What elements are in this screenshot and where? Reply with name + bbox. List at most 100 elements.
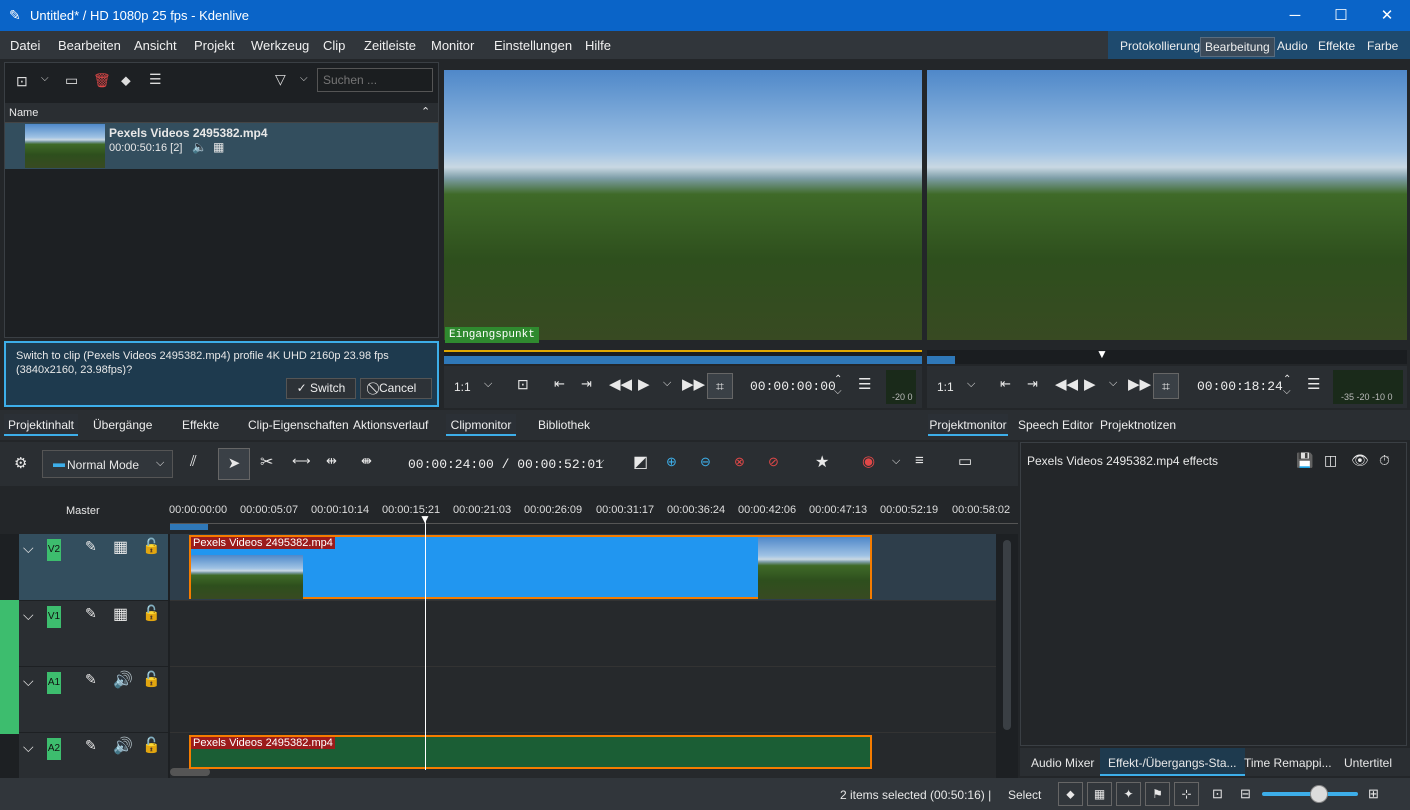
track-target-strip[interactable] <box>0 600 19 734</box>
track-label[interactable]: A2 <box>47 738 61 760</box>
horizontal-scrollbar[interactable] <box>170 768 210 776</box>
speaker-icon[interactable]: 🔊 <box>113 736 133 756</box>
zoom-label[interactable]: 1:1 <box>454 380 471 394</box>
vertical-scrollbar[interactable] <box>1003 540 1011 730</box>
filter-chevron-icon[interactable]: ⌵ <box>300 73 308 84</box>
menu-icon[interactable]: ☰ <box>149 71 162 88</box>
add-clip-icon[interactable]: ⊡ <box>16 73 28 90</box>
zoom-slider-handle[interactable] <box>1310 785 1328 803</box>
mixer-icon[interactable]: ≡ <box>915 452 924 469</box>
chevron-down-icon[interactable]: ⌵ <box>663 377 671 390</box>
list-item[interactable]: Pexels Videos 2495382.mp4 00:00:50:16 [2… <box>5 123 438 169</box>
monitor-menu-icon[interactable]: ☰ <box>858 375 871 393</box>
zone-bar[interactable] <box>170 524 208 530</box>
track-lane-a1[interactable] <box>170 666 996 732</box>
play-icon[interactable]: ▶ <box>1084 375 1096 393</box>
select-tool-icon[interactable]: ➤ <box>218 448 250 480</box>
eye-icon[interactable]: 👁 <box>1351 452 1369 469</box>
delete-icon[interactable]: 🗑 <box>93 72 111 89</box>
speaker-icon[interactable]: 🔊 <box>113 670 133 690</box>
spin-icon[interactable]: ⌃ ⌵ <box>834 374 842 398</box>
lock-icon[interactable]: 🔓 <box>142 736 161 754</box>
flag-icon[interactable]: ⚑ <box>1145 782 1170 806</box>
menu-werkzeug[interactable]: Werkzeug <box>251 38 309 53</box>
workspace-effekte[interactable]: Effekte <box>1314 37 1359 55</box>
tab-aktionsverlauf[interactable]: Aktionsverlauf <box>353 414 428 436</box>
switch-button[interactable]: ✓ Switch <box>286 378 356 399</box>
cancel-button[interactable]: ⃠ Cancel <box>360 378 432 399</box>
zoom-fit-icon[interactable]: ⊡ <box>1212 786 1223 802</box>
tag-icon[interactable]: ⬥ <box>121 72 131 89</box>
effect-icon[interactable]: ✎ <box>85 605 97 622</box>
spacer-tool-icon[interactable]: ⟷ <box>292 453 311 469</box>
chevron-down-icon[interactable]: ⌵ <box>596 455 604 468</box>
subtitle-icon[interactable]: ▭ <box>958 452 972 470</box>
tab-time-remapping[interactable]: Time Remappi... <box>1244 756 1332 770</box>
menu-clip[interactable]: Clip <box>323 38 345 53</box>
menu-datei[interactable]: Datei <box>10 38 40 53</box>
project-monitor-ruler[interactable]: ▼ <box>927 347 1407 364</box>
set-in-icon[interactable]: ⇤ <box>554 376 565 392</box>
track-label[interactable]: V1 <box>47 606 61 628</box>
film-icon[interactable]: ▦ <box>1087 782 1112 806</box>
workspace-farbe[interactable]: Farbe <box>1363 37 1402 55</box>
chevron-down-icon[interactable]: ⌵ <box>41 73 49 84</box>
zoom-in-icon[interactable]: ⊞ <box>1368 786 1379 802</box>
menu-einstellungen[interactable]: Einstellungen <box>494 38 572 53</box>
tab-projektnotizen[interactable]: Projektnotizen <box>1100 414 1176 436</box>
composite-icon[interactable]: ◩ <box>633 452 648 472</box>
timeline-position[interactable]: 00:00:24:00 / 00:00:52:01 <box>408 457 603 472</box>
menu-projekt[interactable]: Projekt <box>194 38 234 53</box>
keyframe-icon[interactable]: ⊹ <box>1174 782 1199 806</box>
spin-icon[interactable]: ⌃ ⌵ <box>1283 374 1291 398</box>
mode-select[interactable]: ▬ Normal Mode ⌵ <box>42 450 173 478</box>
workspace-protokollierung[interactable]: Protokollierung <box>1116 37 1204 55</box>
zoom-out-icon[interactable]: ⊟ <box>1240 786 1251 802</box>
audio-icon[interactable]: 🔈 <box>192 140 207 154</box>
track-lane-v1[interactable] <box>170 600 996 666</box>
film-icon[interactable]: ▦ <box>113 537 128 557</box>
column-name[interactable]: Name <box>9 107 38 119</box>
overwrite-icon[interactable]: ⊖ <box>700 454 711 470</box>
collapse-icon[interactable]: ⌵ <box>23 739 34 756</box>
film-icon[interactable]: ▦ <box>213 140 224 154</box>
tab-uebergaenge[interactable]: Übergänge <box>93 414 152 436</box>
fit-icon[interactable]: ⊡ <box>517 376 529 393</box>
extract-icon[interactable]: ⊗ <box>734 454 745 470</box>
track-label[interactable]: A1 <box>47 672 61 694</box>
tab-projektmonitor[interactable]: Projektmonitor <box>928 414 1008 436</box>
chevron-down-icon[interactable]: ⌵ <box>967 378 975 391</box>
cut-tool-icon[interactable]: ✂ <box>260 452 273 472</box>
playhead-icon[interactable]: ▼ <box>1096 347 1108 361</box>
save-stack-icon[interactable]: 💾 <box>1296 452 1313 469</box>
play-icon[interactable]: ▶ <box>638 375 650 393</box>
collapse-icon[interactable]: ⌵ <box>23 607 34 624</box>
clip-monitor-video[interactable] <box>444 70 922 340</box>
effect-icon[interactable]: ✎ <box>85 538 97 555</box>
project-monitor-video[interactable] <box>927 70 1407 340</box>
playhead-icon[interactable]: ▼ <box>419 512 431 526</box>
reset-icon[interactable]: ⏱ <box>1379 452 1390 469</box>
chevron-down-icon[interactable]: ⌵ <box>1109 377 1117 390</box>
waveform-icon[interactable]: ✦ <box>1116 782 1141 806</box>
tab-bibliothek[interactable]: Bibliothek <box>538 414 590 436</box>
tab-clip-eigenschaften[interactable]: Clip-Eigenschaften <box>248 414 349 436</box>
maximize-button[interactable]: ☐ <box>1318 0 1364 31</box>
ripple-tool-icon[interactable]: ⇹ <box>326 453 337 469</box>
playhead-line[interactable] <box>425 520 426 770</box>
collapse-icon[interactable]: ⌵ <box>23 540 34 557</box>
lift-icon[interactable]: ⊘ <box>768 454 779 470</box>
tab-speech-editor[interactable]: Speech Editor <box>1018 414 1093 436</box>
video-clip[interactable]: Pexels Videos 2495382.mp4 <box>189 535 872 599</box>
rewind-icon[interactable]: ◀◀ <box>1055 375 1078 393</box>
forward-icon[interactable]: ▶▶ <box>1128 375 1151 393</box>
effect-icon[interactable]: ✎ <box>85 737 97 754</box>
clip-timecode[interactable]: 00:00:00:00 <box>750 379 836 394</box>
set-out-icon[interactable]: ⇥ <box>581 376 592 392</box>
lock-icon[interactable]: 🔓 <box>142 670 161 688</box>
search-input[interactable] <box>317 68 433 92</box>
menu-monitor[interactable]: Monitor <box>431 38 474 53</box>
clip-monitor-ruler[interactable] <box>444 350 922 364</box>
lock-icon[interactable]: 🔓 <box>142 537 161 555</box>
monitor-menu-icon[interactable]: ☰ <box>1307 375 1320 393</box>
